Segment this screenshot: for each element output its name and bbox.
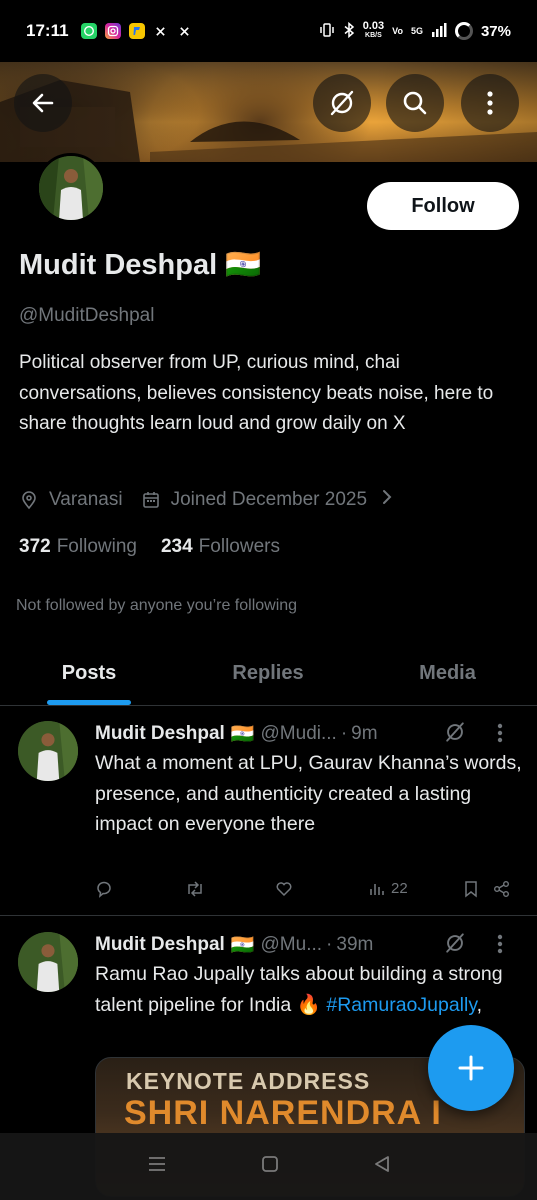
vibrate-icon <box>319 22 335 41</box>
home-button[interactable] <box>260 1154 280 1179</box>
profile-avatar[interactable] <box>36 153 106 223</box>
bookmark-icon[interactable] <box>463 880 479 898</box>
battery-level: 37% <box>480 22 511 40</box>
profile-display-name: Mudit Deshpal 🇮🇳 <box>19 248 261 282</box>
status-time: 17:11 <box>26 21 69 40</box>
avatar-image <box>18 721 78 781</box>
chevron-right-icon[interactable] <box>381 488 393 512</box>
followers-stat[interactable]: 234 Followers <box>161 536 280 558</box>
search-button[interactable] <box>386 74 444 132</box>
reply-icon[interactable] <box>95 880 113 898</box>
profile-bio: Political observer from UP, curious mind… <box>19 352 494 434</box>
not-followed-notice: Not followed by anyone you’re following <box>16 597 298 614</box>
search-icon <box>403 91 427 115</box>
tab-media[interactable]: Media <box>358 642 537 705</box>
avatar-image <box>39 156 103 220</box>
display-name-text: Mudit Deshpal <box>19 248 218 281</box>
profile-handle: @MuditDeshpal <box>19 305 155 326</box>
plus-icon <box>458 1055 484 1081</box>
post-avatar[interactable] <box>18 932 78 992</box>
triangle-back-icon <box>374 1156 389 1172</box>
battery-icon <box>454 22 473 40</box>
x-icon <box>176 23 193 39</box>
more-vertical-icon <box>487 91 493 115</box>
grok-icon[interactable] <box>442 719 468 750</box>
post-item[interactable]: Mudit Deshpal 🇮🇳 @Mudi... · 9m What a mo… <box>0 706 537 916</box>
post-author-name[interactable]: Mudit Deshpal <box>95 723 225 745</box>
profile-banner <box>0 62 537 162</box>
post-author-name[interactable]: Mudit Deshpal <box>95 934 225 956</box>
following-count: 372 <box>19 536 51 557</box>
india-flag-emoji: 🇮🇳 <box>225 249 262 281</box>
network-speed: 0.03 KB/S <box>362 20 385 40</box>
views-icon <box>370 883 384 895</box>
location-icon <box>19 490 39 510</box>
follow-stats: 372 Following 234 Followers <box>19 536 280 558</box>
back-button[interactable] <box>14 74 72 132</box>
post-text: What a moment at LPU, Gaurav Khanna’s wo… <box>95 752 522 835</box>
banner-image <box>0 80 537 162</box>
instagram-icon <box>104 23 121 39</box>
more-vertical-icon[interactable] <box>496 722 504 749</box>
like-icon[interactable] <box>275 880 293 898</box>
post-author-handle[interactable]: @Mu... <box>261 934 323 956</box>
compose-post-button[interactable] <box>428 1025 514 1111</box>
media-caption-line1: KEYNOTE ADDRESS <box>126 1068 371 1094</box>
network-type: 5G <box>410 26 423 36</box>
post-author-handle[interactable]: @Mudi... <box>261 723 337 745</box>
followers-label: Followers <box>198 536 280 557</box>
post-avatar[interactable] <box>18 721 78 781</box>
whatsapp-icon <box>80 23 97 39</box>
profile-location: Varanasi <box>49 489 123 510</box>
follow-button[interactable]: Follow <box>367 182 519 230</box>
calendar-icon <box>141 490 161 510</box>
x-icon <box>152 23 169 39</box>
hashtag-link[interactable]: #RamuraoJupally <box>326 994 476 1016</box>
grok-icon <box>330 90 354 116</box>
post-text-tail: , <box>476 993 483 1016</box>
post-header: Mudit Deshpal 🇮🇳 @Mu... · 39m <box>95 933 435 957</box>
media-caption-line2: SHRI NARENDRA I <box>124 1094 442 1132</box>
flipkart-icon <box>128 23 145 39</box>
following-label: Following <box>56 536 137 557</box>
post-header: Mudit Deshpal 🇮🇳 @Mudi... · 9m <box>95 722 435 746</box>
post-text: Ramu Rao Jupally talks about building a … <box>95 959 525 1020</box>
tab-replies[interactable]: Replies <box>178 642 358 705</box>
separator-dot: · <box>340 723 348 744</box>
volte-label: Vo <box>392 26 403 36</box>
bluetooth-icon <box>343 21 355 41</box>
share-icon[interactable] <box>493 880 511 898</box>
profile-meta: Varanasi Joined December 2025 <box>19 488 393 512</box>
post-actions: 22 <box>95 880 515 904</box>
square-icon <box>261 1156 278 1172</box>
grok-icon[interactable] <box>442 930 468 961</box>
tab-posts[interactable]: Posts <box>0 642 178 705</box>
profile-joined-date: Joined December 2025 <box>170 489 368 510</box>
india-flag-emoji: 🇮🇳 <box>230 724 255 745</box>
post-timestamp[interactable]: 9m <box>351 723 377 745</box>
signal-icon <box>431 22 447 41</box>
system-navigation-bar <box>0 1133 537 1200</box>
india-flag-emoji: 🇮🇳 <box>230 935 255 956</box>
separator-dot: · <box>326 934 333 955</box>
followers-count: 234 <box>160 536 193 557</box>
more-options-button[interactable] <box>461 74 519 132</box>
repost-icon[interactable] <box>185 880 205 898</box>
avatar-image <box>18 932 78 992</box>
active-tab-indicator <box>47 700 131 705</box>
more-vertical-icon[interactable] <box>496 933 504 960</box>
following-stat[interactable]: 372 Following <box>19 536 137 558</box>
views-count: 22 <box>391 880 408 897</box>
grok-button[interactable] <box>313 74 371 132</box>
profile-tabs: Posts Replies Media <box>0 642 537 706</box>
menu-icon <box>148 1157 165 1171</box>
status-bar: 17:11 0.03 KB/S Vo 5G 37% <box>0 0 537 62</box>
back-system-button[interactable] <box>372 1154 392 1179</box>
back-arrow-icon <box>32 93 54 113</box>
recent-apps-button[interactable] <box>146 1154 168 1179</box>
post-timestamp[interactable]: 39m <box>336 934 373 956</box>
views-stat[interactable]: 22 <box>369 880 408 897</box>
